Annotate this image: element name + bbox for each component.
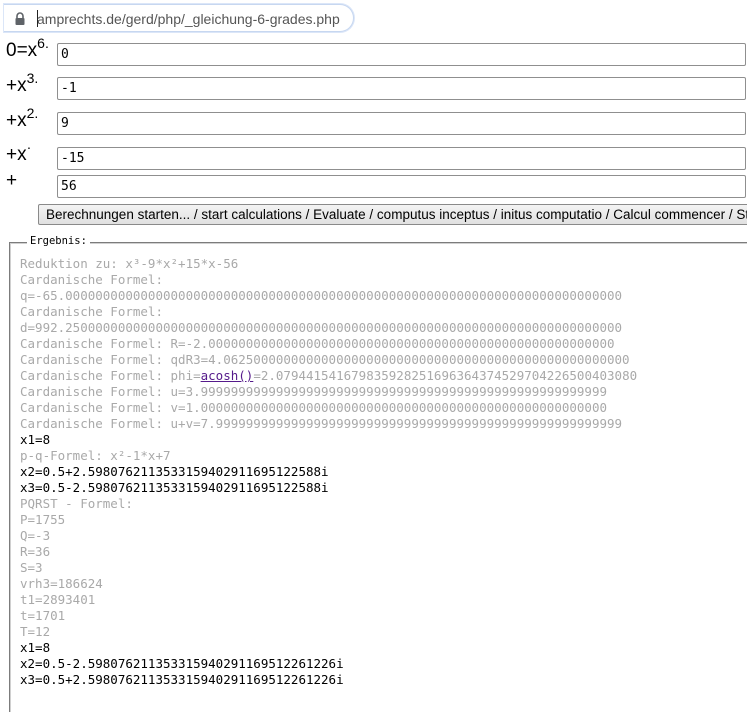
result-line-text: t1=2893401 bbox=[20, 592, 96, 607]
result-line-text: t=1701 bbox=[20, 608, 66, 623]
result-line-text: P=1755 bbox=[20, 512, 66, 527]
result-line: x2=0.5+2.5980762113533159402911695122588… bbox=[20, 464, 637, 480]
result-line-text: Cardanische Formel: qdR3=4.0625000000000… bbox=[20, 352, 630, 367]
result-line: T=12 bbox=[20, 624, 637, 640]
result-line: Q=-3 bbox=[20, 528, 637, 544]
result-line-text: Cardanische Formel: u+v=7.99999999999999… bbox=[20, 416, 623, 431]
coefficient-exponent: 2. bbox=[26, 105, 39, 121]
result-line: t=1701 bbox=[20, 608, 637, 624]
url-text: amprechts.de/gerd/php/_gleichung-6-grade… bbox=[37, 11, 340, 27]
coefficient-term: 0=x bbox=[6, 40, 38, 61]
result-line: vrh3=186624 bbox=[20, 576, 637, 592]
result-line: x3=0.5-2.5980762113533159402911695122588… bbox=[20, 480, 637, 496]
result-line-text: vrh3=186624 bbox=[20, 576, 103, 591]
coefficient-label-0: 0=x6. bbox=[6, 36, 49, 62]
coefficient-exponent: 6. bbox=[37, 35, 49, 51]
result-line[interactable]: Cardanische Formel: phi=acosh()=2.079441… bbox=[20, 368, 637, 384]
result-line-text: x1=8 bbox=[20, 640, 51, 655]
result-line: Cardanische Formel: u+v=7.99999999999999… bbox=[20, 416, 637, 432]
result-line: t1=2893401 bbox=[20, 592, 637, 608]
result-line: S=3 bbox=[20, 560, 637, 576]
result-line: q=-65.0000000000000000000000000000000000… bbox=[20, 288, 637, 304]
result-line-text: PQRST - Formel: bbox=[20, 496, 133, 511]
result-line-text: Q=-3 bbox=[20, 528, 51, 543]
lock-icon bbox=[15, 12, 25, 25]
coefficient-label-3: +x· bbox=[6, 140, 31, 166]
text-cursor bbox=[37, 10, 38, 27]
result-line: Reduktion zu: x³-9*x²+15*x-56 bbox=[20, 256, 637, 272]
coefficient-label-1: +x3. bbox=[6, 71, 38, 97]
coefficient-input-2[interactable] bbox=[57, 112, 746, 135]
result-line-text: x2=0.5-2.5980762113533159402911695122612… bbox=[20, 656, 344, 671]
coefficient-term: +x bbox=[6, 110, 27, 131]
result-line-text: Cardanische Formel: u=3.9999999999999999… bbox=[20, 384, 607, 399]
result-line: Cardanische Formel: R=-2.000000000000000… bbox=[20, 336, 637, 352]
coefficient-input-0[interactable] bbox=[57, 43, 746, 66]
coefficient-term: +x bbox=[6, 144, 27, 165]
result-line: Cardanische Formel: bbox=[20, 272, 637, 288]
result-line-text: d=992.2500000000000000000000000000000000… bbox=[20, 320, 623, 335]
coefficient-term: +x bbox=[6, 75, 27, 96]
result-line-text: T=12 bbox=[20, 624, 51, 639]
result-line: x2=0.5-2.5980762113533159402911695122612… bbox=[20, 656, 637, 672]
result-line-text: x3=0.5+2.5980762113533159402911695122612… bbox=[20, 672, 344, 687]
result-line: x1=8 bbox=[20, 432, 637, 448]
coefficient-exponent: 3. bbox=[26, 70, 39, 86]
result-line: R=36 bbox=[20, 544, 637, 560]
coefficient-exponent: · bbox=[26, 139, 32, 155]
result-line: Cardanische Formel: v=1.0000000000000000… bbox=[20, 400, 637, 416]
acosh-link[interactable]: acosh() bbox=[201, 368, 254, 383]
result-output: Reduktion zu: x³-9*x²+15*x-56 Cardanische… bbox=[20, 256, 637, 688]
result-line-text: q=-65.0000000000000000000000000000000000… bbox=[20, 288, 623, 303]
result-line-text: p-q-Formel: x²-1*x+7 bbox=[20, 448, 171, 463]
result-line: Cardanische Formel: bbox=[20, 304, 637, 320]
result-legend: Ergebnis: bbox=[27, 235, 90, 247]
result-line: x3=0.5+2.5980762113533159402911695122612… bbox=[20, 672, 637, 688]
coefficient-input-1[interactable] bbox=[57, 77, 746, 100]
result-line: Cardanische Formel: qdR3=4.0625000000000… bbox=[20, 352, 637, 368]
result-line-text: Cardanische Formel: bbox=[20, 272, 163, 287]
coefficient-term: + bbox=[6, 170, 18, 191]
coefficient-label-2: +x2. bbox=[6, 106, 38, 132]
result-line: PQRST - Formel: bbox=[20, 496, 637, 512]
result-line-text: Cardanische Formel: bbox=[20, 304, 163, 319]
result-line: P=1755 bbox=[20, 512, 637, 528]
result-line-text: x3=0.5-2.5980762113533159402911695122588… bbox=[20, 480, 329, 495]
result-line-text: x1=8 bbox=[20, 432, 51, 447]
result-line-text: Cardanische Formel: phi= bbox=[20, 368, 201, 383]
start-calculations-button[interactable]: Berechnungen starten... / start calculat… bbox=[38, 204, 747, 225]
result-line-text: S=3 bbox=[20, 560, 43, 575]
coefficient-input-3[interactable] bbox=[57, 147, 746, 170]
result-line: d=992.2500000000000000000000000000000000… bbox=[20, 320, 637, 336]
result-line-text: R=36 bbox=[20, 544, 51, 559]
result-line: Cardanische Formel: u=3.9999999999999999… bbox=[20, 384, 637, 400]
result-line-text: Cardanische Formel: R=-2.000000000000000… bbox=[20, 336, 615, 351]
result-line-text: Cardanische Formel: v=1.0000000000000000… bbox=[20, 400, 607, 415]
result-line-value: =2.0794415416798359282516963643745297042… bbox=[253, 368, 638, 383]
result-line: p-q-Formel: x²-1*x+7 bbox=[20, 448, 637, 464]
coefficient-label-4: + bbox=[6, 170, 17, 192]
result-line-text: x2=0.5+2.5980762113533159402911695122588… bbox=[20, 464, 329, 479]
result-line-text: Reduktion zu: x³-9*x²+15*x-56 bbox=[20, 256, 239, 271]
result-line: x1=8 bbox=[20, 640, 637, 656]
coefficient-input-4[interactable] bbox=[57, 175, 746, 198]
address-bar[interactable]: amprechts.de/gerd/php/_gleichung-6-grade… bbox=[4, 4, 354, 32]
